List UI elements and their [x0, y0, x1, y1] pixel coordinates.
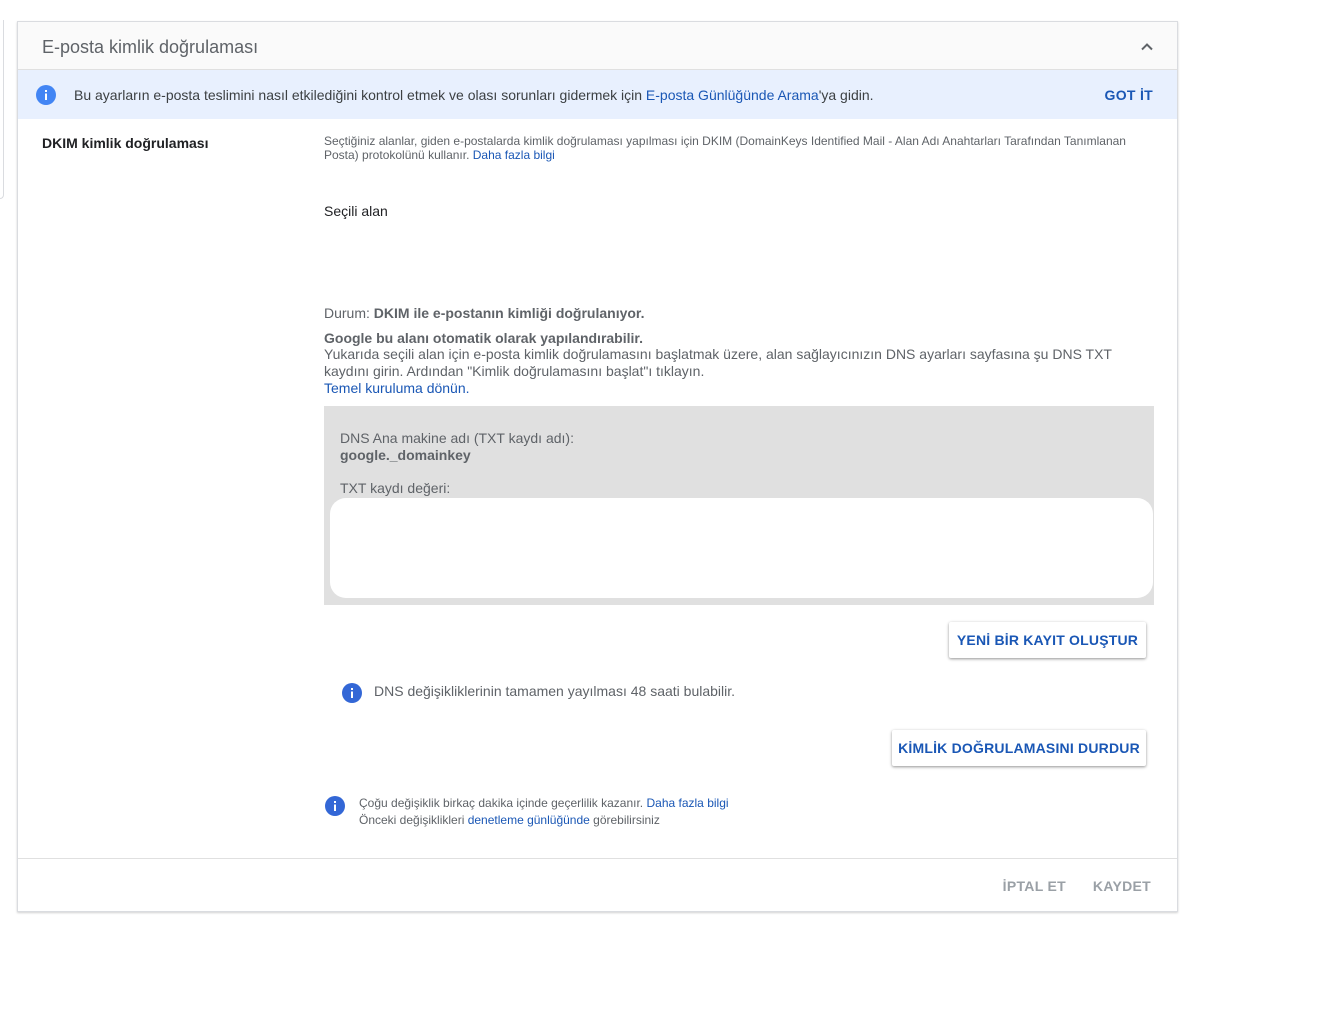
left-panel-edge [0, 20, 4, 199]
auto-config-heading: Google bu alanı otomatik olarak yapıland… [324, 330, 643, 346]
dkim-description: Seçtiğiniz alanlar, giden e-postalarda k… [324, 134, 1154, 162]
banner-text-end: 'ya gidin. [818, 87, 874, 103]
changes-text: Çoğu değişiklik birkaç dakika içinde geç… [359, 796, 644, 810]
new-record-button[interactable]: YENİ BİR KAYIT OLUŞTUR [949, 622, 1146, 658]
dns-host-value: google._domainkey [340, 447, 471, 463]
cancel-button[interactable]: İPTAL ET [1003, 878, 1066, 894]
chevron-up-icon[interactable] [1139, 39, 1155, 55]
banner-text-start: Bu ayarların e-posta teslimini nasıl etk… [74, 87, 646, 103]
banner-message: Bu ayarların e-posta teslimini nasıl etk… [74, 87, 874, 103]
basic-setup-link[interactable]: Temel kuruluma dönün. [324, 380, 470, 396]
status-label: Durum: [324, 305, 370, 321]
status-line: Durum: DKIM ile e-postanın kimliği doğru… [324, 305, 1154, 321]
dkim-description-text: Seçtiğiniz alanlar, giden e-postalarda k… [324, 134, 1126, 162]
info-icon [36, 85, 56, 108]
info-banner: Bu ayarların e-posta teslimini nasıl etk… [18, 70, 1177, 119]
dns-propagation-text: DNS değişikliklerinin tamamen yayılması … [374, 683, 736, 699]
status-value: DKIM ile e-postanın kimliği doğrulanıyor… [373, 305, 645, 321]
dkim-content: Seçtiğiniz alanlar, giden e-postalarda k… [324, 134, 1154, 605]
info-icon [342, 683, 362, 706]
dns-record-box: DNS Ana makine adı (TXT kaydı adı): goog… [324, 406, 1154, 605]
card-footer: İPTAL ET KAYDET [18, 858, 1177, 911]
email-log-search-link[interactable]: E-posta Günlüğünde Arama [646, 87, 819, 103]
selected-domain-label: Seçili alan [324, 203, 388, 219]
dkim-section-label: DKIM kimlik doğrulaması [42, 135, 209, 151]
settings-card: E-posta kimlik doğrulaması Bu ayarların … [17, 21, 1178, 912]
dns-host-label: DNS Ana makine adı (TXT kaydı adı): [340, 430, 574, 446]
audit-text-start: Önceki değişiklikleri [359, 813, 468, 827]
card-header[interactable]: E-posta kimlik doğrulaması [18, 22, 1177, 70]
learn-more-link[interactable]: Daha fazla bilgi [473, 148, 555, 162]
changes-learn-more-link[interactable]: Daha fazla bilgi [646, 796, 728, 810]
got-it-button[interactable]: GOT İT [1105, 87, 1153, 103]
stop-authentication-button[interactable]: KİMLİK DOĞRULAMASINI DURDUR [892, 730, 1146, 766]
txt-record-label: TXT kaydı değeri: [340, 480, 451, 496]
info-icon [325, 796, 345, 821]
card-title: E-posta kimlik doğrulaması [42, 37, 259, 57]
save-button[interactable]: KAYDET [1093, 878, 1151, 894]
audit-log-link[interactable]: denetleme günlüğünde [468, 813, 590, 827]
audit-text-end: görebilirsiniz [589, 813, 660, 827]
setup-instructions: Yukarıda seçili alan için e-posta kimlik… [324, 346, 1112, 379]
txt-record-value-field[interactable] [330, 498, 1153, 598]
